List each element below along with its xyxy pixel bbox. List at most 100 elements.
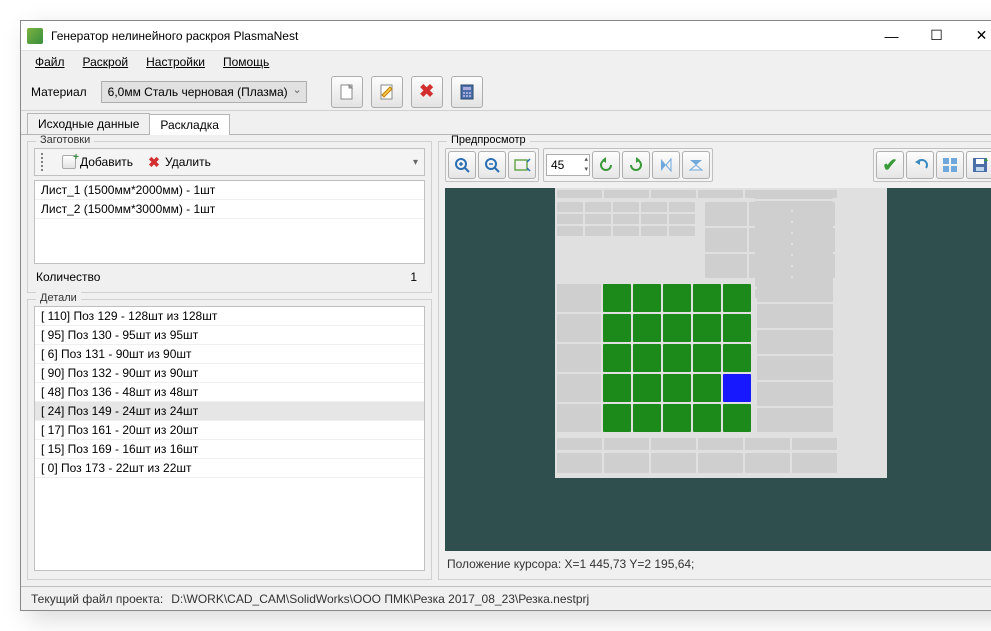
content-area: Заготовки Добавить ✖Удалить ▾ Лист_1 (15… bbox=[21, 135, 991, 586]
angle-spinner[interactable]: 45 bbox=[546, 154, 590, 176]
overflow-icon[interactable]: ▾ bbox=[413, 157, 418, 168]
parts-list[interactable]: [ 110] Поз 129 - 128шт из 128шт[ 95] Поз… bbox=[34, 306, 425, 571]
titlebar: Генератор нелинейного раскроя PlasmaNest… bbox=[21, 21, 991, 51]
app-icon bbox=[27, 28, 43, 44]
preview-toolbar: 45 ✔ bbox=[445, 148, 991, 182]
nested-part bbox=[604, 438, 649, 450]
nested-part bbox=[755, 289, 833, 298]
nested-part bbox=[663, 374, 691, 402]
delete-material-button[interactable]: ✖ bbox=[411, 76, 443, 108]
nested-part bbox=[651, 438, 696, 450]
nested-part bbox=[698, 190, 743, 198]
zoom-out-button[interactable] bbox=[478, 151, 506, 179]
menubar: Файл Раскрой Настройки Помощь bbox=[21, 51, 991, 73]
nested-part bbox=[723, 344, 751, 372]
delete-blank-button[interactable]: ✖Удалить bbox=[147, 155, 211, 169]
preview-canvas[interactable] bbox=[445, 188, 991, 478]
nested-part bbox=[663, 344, 691, 372]
nested-part bbox=[603, 404, 631, 432]
nested-part bbox=[557, 314, 601, 342]
nested-part bbox=[613, 202, 639, 212]
rotate-ccw-button[interactable] bbox=[592, 151, 620, 179]
list-item[interactable]: [ 15] Поз 169 - 16шт из 16шт bbox=[35, 440, 424, 459]
save-button[interactable] bbox=[966, 151, 991, 179]
nested-part bbox=[557, 438, 602, 450]
minimize-button[interactable]: — bbox=[869, 22, 914, 50]
nested-part bbox=[693, 374, 721, 402]
material-combo[interactable]: 6,0мм Сталь черновая (Плазма) bbox=[101, 81, 307, 103]
flip-horizontal-button[interactable] bbox=[682, 151, 710, 179]
nested-part bbox=[603, 284, 631, 312]
nested-part bbox=[603, 374, 631, 402]
calculate-button[interactable] bbox=[451, 76, 483, 108]
nested-part bbox=[633, 284, 661, 312]
nested-part bbox=[693, 344, 721, 372]
nested-part bbox=[557, 190, 602, 198]
nested-part bbox=[641, 214, 667, 224]
tab-layout[interactable]: Раскладка bbox=[149, 114, 230, 135]
list-item[interactable]: [ 24] Поз 149 - 24шт из 24шт bbox=[35, 402, 424, 421]
nested-part bbox=[557, 214, 583, 224]
material-toolbar: Материал 6,0мм Сталь черновая (Плазма) ✖ bbox=[21, 73, 991, 111]
zoom-fit-button[interactable] bbox=[508, 151, 536, 179]
nested-part bbox=[755, 190, 833, 199]
nested-part bbox=[745, 438, 790, 450]
nested-part bbox=[663, 404, 691, 432]
tab-source-data[interactable]: Исходные данные bbox=[27, 113, 150, 134]
nested-part bbox=[705, 202, 747, 226]
zoom-in-button[interactable] bbox=[448, 151, 476, 179]
list-item[interactable]: Лист_2 (1500мм*3000мм) - 1шт bbox=[35, 200, 424, 219]
menu-help[interactable]: Помощь bbox=[215, 53, 277, 71]
rotate-cw-icon bbox=[627, 156, 645, 174]
nested-part bbox=[585, 214, 611, 224]
list-item[interactable]: [ 6] Поз 131 - 90шт из 90шт bbox=[35, 345, 424, 364]
nested-part bbox=[641, 202, 667, 212]
nested-part bbox=[755, 245, 833, 254]
apply-button[interactable]: ✔ bbox=[876, 151, 904, 179]
nested-part bbox=[633, 344, 661, 372]
grid-button[interactable] bbox=[936, 151, 964, 179]
calculator-icon bbox=[458, 83, 476, 101]
quantity-row: Количество 1 bbox=[34, 270, 425, 284]
flip-v-icon bbox=[657, 156, 675, 174]
flip-vertical-button[interactable] bbox=[652, 151, 680, 179]
canvas-margin-left bbox=[445, 188, 555, 478]
list-item[interactable]: [ 90] Поз 132 - 90шт из 90шт bbox=[35, 364, 424, 383]
menu-cut[interactable]: Раскрой bbox=[75, 53, 137, 71]
add-blank-button[interactable]: Добавить bbox=[62, 155, 133, 169]
zoom-in-icon bbox=[453, 156, 471, 174]
rotate-cw-button[interactable] bbox=[622, 151, 650, 179]
nested-part bbox=[723, 374, 751, 402]
preview-panel: Предпросмотр 45 bbox=[438, 141, 991, 580]
list-item[interactable]: [ 0] Поз 173 - 22шт из 22шт bbox=[35, 459, 424, 478]
edit-button[interactable] bbox=[371, 76, 403, 108]
new-button[interactable] bbox=[331, 76, 363, 108]
nested-part bbox=[723, 314, 751, 342]
list-item[interactable]: [ 17] Поз 161 - 20шт из 20шт bbox=[35, 421, 424, 440]
nested-part bbox=[757, 330, 833, 354]
nested-part bbox=[705, 254, 747, 278]
status-label: Текущий файл проекта: bbox=[31, 592, 163, 606]
nested-part bbox=[557, 344, 601, 372]
nested-part bbox=[663, 314, 691, 342]
grid-icon bbox=[941, 156, 959, 174]
list-item[interactable]: [ 48] Поз 136 - 48шт из 48шт bbox=[35, 383, 424, 402]
sheets-list[interactable]: Лист_1 (1500мм*2000мм) - 1штЛист_2 (1500… bbox=[34, 180, 425, 264]
maximize-button[interactable]: ☐ bbox=[914, 22, 959, 50]
list-item[interactable]: Лист_1 (1500мм*2000мм) - 1шт bbox=[35, 181, 424, 200]
cursor-position: Положение курсора: X=1 445,73 Y=2 195,64… bbox=[445, 551, 991, 573]
nested-part bbox=[603, 344, 631, 372]
nested-part bbox=[669, 214, 695, 224]
blanks-panel: Заготовки Добавить ✖Удалить ▾ Лист_1 (15… bbox=[27, 141, 432, 293]
nested-part bbox=[633, 374, 661, 402]
nested-part bbox=[604, 453, 649, 473]
menu-settings[interactable]: Настройки bbox=[138, 53, 213, 71]
undo-button[interactable] bbox=[906, 151, 934, 179]
list-item[interactable]: [ 110] Поз 129 - 128шт из 128шт bbox=[35, 307, 424, 326]
nested-part bbox=[651, 190, 696, 198]
close-button[interactable]: ✕ bbox=[959, 22, 991, 50]
nested-part bbox=[663, 284, 691, 312]
menu-file[interactable]: Файл bbox=[27, 53, 73, 71]
nested-part bbox=[693, 284, 721, 312]
list-item[interactable]: [ 95] Поз 130 - 95шт из 95шт bbox=[35, 326, 424, 345]
